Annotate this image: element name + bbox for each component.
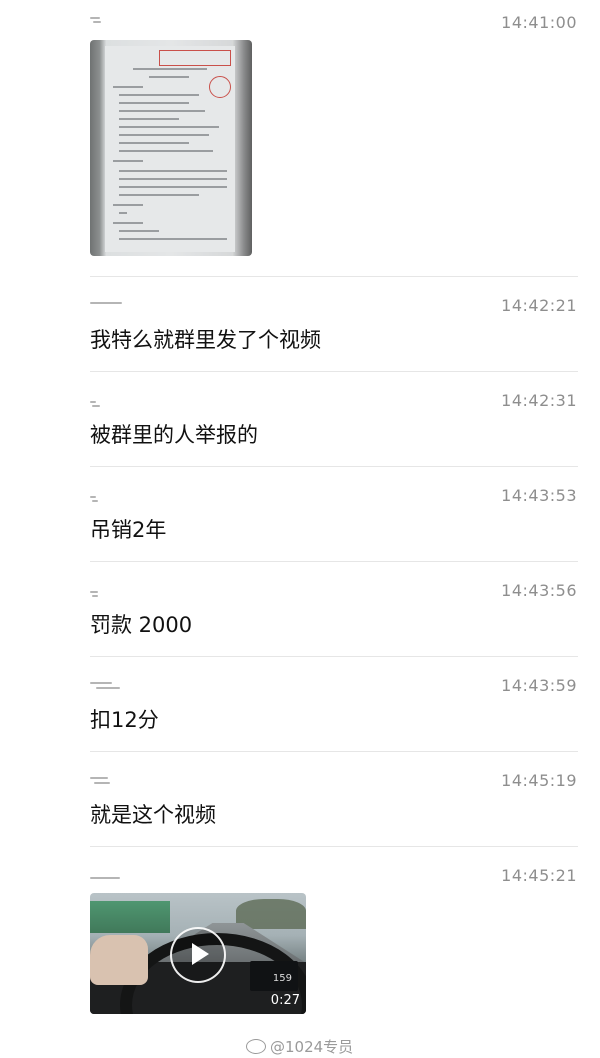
message-time: 14:43:56 xyxy=(501,581,577,600)
dashboard-reading: 159 xyxy=(272,973,292,984)
message-time: 14:45:19 xyxy=(501,771,577,790)
chat-message: 14:43:59 扣12分 xyxy=(0,657,600,752)
sender-name-blurred xyxy=(90,398,124,410)
document-image[interactable] xyxy=(90,40,252,256)
watermark: @1024专员 xyxy=(246,1036,353,1057)
sender-name-blurred xyxy=(90,774,124,786)
sender-name-blurred xyxy=(90,588,124,600)
message-text: 被群里的人举报的 xyxy=(90,423,258,447)
chat-message: 14:43:56 罚款 2000 xyxy=(0,562,600,657)
message-time: 14:41:00 xyxy=(501,13,577,32)
message-text: 就是这个视频 xyxy=(90,803,216,827)
chat-message: 14:42:31 被群里的人举报的 xyxy=(0,372,600,467)
chat-message: 14:42:21 我特么就群里发了个视频 xyxy=(0,277,600,372)
message-time: 14:42:31 xyxy=(501,391,577,410)
video-duration: 0:27 xyxy=(270,993,300,1008)
message-time: 14:43:59 xyxy=(501,676,577,695)
message-text: 扣12分 xyxy=(90,708,159,732)
chat-message: 14:43:53 吊销2年 xyxy=(0,467,600,562)
sender-name-blurred xyxy=(90,298,124,310)
sender-name-blurred xyxy=(90,679,124,691)
sender-name-blurred xyxy=(90,874,124,886)
chat-message: 14:41:00 xyxy=(0,0,600,277)
play-icon[interactable] xyxy=(170,927,226,983)
message-text: 我特么就群里发了个视频 xyxy=(90,328,321,352)
chat-message: 14:45:19 就是这个视频 xyxy=(0,752,600,847)
message-time: 14:42:21 xyxy=(501,296,577,315)
watermark-text: @1024专员 xyxy=(270,1038,354,1056)
sender-name-blurred xyxy=(90,14,124,26)
weibo-icon xyxy=(246,1039,266,1054)
message-time: 14:43:53 xyxy=(501,486,577,505)
message-text: 罚款 2000 xyxy=(90,613,193,637)
message-text: 吊销2年 xyxy=(90,518,167,542)
sender-name-blurred xyxy=(90,493,124,505)
video-thumbnail[interactable]: 159 0:27 xyxy=(90,893,306,1014)
message-time: 14:45:21 xyxy=(501,866,577,885)
